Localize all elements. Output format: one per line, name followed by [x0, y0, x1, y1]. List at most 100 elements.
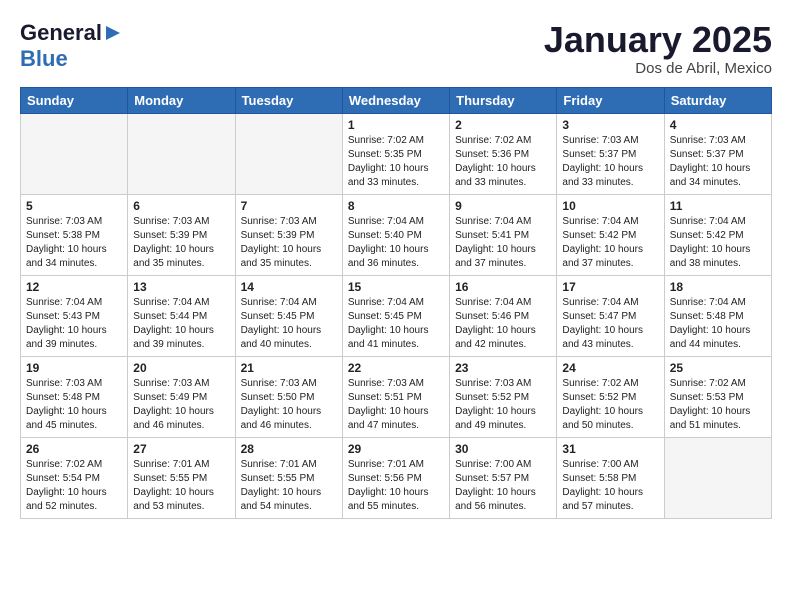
- day-number: 23: [455, 361, 551, 375]
- table-row: 26Sunrise: 7:02 AM Sunset: 5:54 PM Dayli…: [21, 437, 128, 518]
- header-monday: Monday: [128, 87, 235, 113]
- day-info: Sunrise: 7:04 AM Sunset: 5:45 PM Dayligh…: [348, 296, 444, 352]
- day-number: 16: [455, 280, 551, 294]
- table-row: 21 Sunrise: 7:03 AM Sunset: 5:50 PM Dayli…: [235, 356, 342, 437]
- day-info: Sunrise: 7:04 AM Sunset: 5:41 PM Dayligh…: [455, 215, 551, 271]
- table-row: 18 Sunrise: 7:04 AM Sunset: 5:48 PM Dayli…: [664, 275, 771, 356]
- header-thursday: Thursday: [450, 87, 557, 113]
- logo-line1: General: [20, 20, 122, 46]
- day-info: Sunrise: 7:00 AM Sunset: 5:57 PM Dayligh…: [455, 458, 551, 514]
- day-info: Sunrise: 7:02 AM Sunset: 5:53 PM Dayligh…: [670, 377, 766, 433]
- table-row: 3 Sunrise: 7:03 AM Sunset: 5:37 PM Daylig…: [557, 113, 664, 194]
- day-number: 20: [133, 361, 229, 375]
- day-info: Sunrise: 7:04 AM Sunset: 5:44 PM Dayligh…: [133, 296, 229, 352]
- header: General Blue January 2025 Dos de Abril, …: [20, 20, 772, 77]
- header-sunday: Sunday: [21, 87, 128, 113]
- table-row: 20 Sunrise: 7:03 AM Sunset: 5:49 PM Dayli…: [128, 356, 235, 437]
- day-info: Sunrise: 7:04 AM Sunset: 5:42 PM Dayligh…: [562, 215, 658, 271]
- table-row: 8Sunrise: 7:04 AM Sunset: 5:40 PM Daylig…: [342, 194, 449, 275]
- day-number: 12: [26, 280, 122, 294]
- table-row: 1 Sunrise: 7:02 AM Sunset: 5:35 PM Daylig…: [342, 113, 449, 194]
- calendar-week-row: 5 Sunrise: 7:03 AM Sunset: 5:38 PM Daylig…: [21, 194, 772, 275]
- table-row: 15 Sunrise: 7:04 AM Sunset: 5:45 PM Dayli…: [342, 275, 449, 356]
- day-number: 3: [562, 118, 658, 132]
- day-info: Sunrise: 7:04 AM Sunset: 5:45 PM Dayligh…: [241, 296, 337, 352]
- day-info: Sunrise: 7:02 AM Sunset: 5:35 PM Dayligh…: [348, 134, 444, 190]
- header-tuesday: Tuesday: [235, 87, 342, 113]
- logo-blue: Blue: [20, 46, 68, 71]
- day-info: Sunrise: 7:03 AM Sunset: 5:52 PM Dayligh…: [455, 377, 551, 433]
- day-number: 11: [670, 199, 766, 213]
- day-info: Sunrise: 7:04 AM Sunset: 5:43 PM Dayligh…: [26, 296, 122, 352]
- day-info: Sunrise: 7:03 AM Sunset: 5:39 PM Dayligh…: [241, 215, 337, 271]
- table-row: 5 Sunrise: 7:03 AM Sunset: 5:38 PM Daylig…: [21, 194, 128, 275]
- day-info: Sunrise: 7:03 AM Sunset: 5:37 PM Dayligh…: [670, 134, 766, 190]
- day-info: Sunrise: 7:01 AM Sunset: 5:55 PM Dayligh…: [241, 458, 337, 514]
- day-number: 10: [562, 199, 658, 213]
- table-row: 25 Sunrise: 7:02 AM Sunset: 5:53 PM Dayli…: [664, 356, 771, 437]
- day-info: Sunrise: 7:04 AM Sunset: 5:48 PM Dayligh…: [670, 296, 766, 352]
- page: General Blue January 2025 Dos de Abril, …: [0, 0, 792, 539]
- day-number: 1: [348, 118, 444, 132]
- weekday-header-row: Sunday Monday Tuesday Wednesday Thursday…: [21, 87, 772, 113]
- day-number: 19: [26, 361, 122, 375]
- table-row: 9 Sunrise: 7:04 AM Sunset: 5:41 PM Daylig…: [450, 194, 557, 275]
- day-info: Sunrise: 7:01 AM Sunset: 5:56 PM Dayligh…: [348, 458, 444, 514]
- day-number: 27: [133, 442, 229, 456]
- table-row: 17 Sunrise: 7:04 AM Sunset: 5:47 PM Dayli…: [557, 275, 664, 356]
- table-row: 4 Sunrise: 7:03 AM Sunset: 5:37 PM Daylig…: [664, 113, 771, 194]
- title-block: January 2025 Dos de Abril, Mexico: [544, 20, 772, 77]
- logo-triangle-icon: [104, 24, 122, 42]
- table-row: 2Sunrise: 7:02 AM Sunset: 5:36 PM Daylig…: [450, 113, 557, 194]
- day-number: 30: [455, 442, 551, 456]
- calendar-week-row: 12 Sunrise: 7:04 AM Sunset: 5:43 PM Dayli…: [21, 275, 772, 356]
- table-row: [664, 437, 771, 518]
- table-row: 28 Sunrise: 7:01 AM Sunset: 5:55 PM Dayli…: [235, 437, 342, 518]
- table-row: 10 Sunrise: 7:04 AM Sunset: 5:42 PM Dayli…: [557, 194, 664, 275]
- day-number: 5: [26, 199, 122, 213]
- day-number: 7: [241, 199, 337, 213]
- table-row: 22Sunrise: 7:03 AM Sunset: 5:51 PM Dayli…: [342, 356, 449, 437]
- day-number: 2: [455, 118, 551, 132]
- day-info: Sunrise: 7:04 AM Sunset: 5:46 PM Dayligh…: [455, 296, 551, 352]
- calendar-week-row: 26Sunrise: 7:02 AM Sunset: 5:54 PM Dayli…: [21, 437, 772, 518]
- day-info: Sunrise: 7:03 AM Sunset: 5:49 PM Dayligh…: [133, 377, 229, 433]
- table-row: 7 Sunrise: 7:03 AM Sunset: 5:39 PM Daylig…: [235, 194, 342, 275]
- day-number: 25: [670, 361, 766, 375]
- day-number: 22: [348, 361, 444, 375]
- day-info: Sunrise: 7:03 AM Sunset: 5:39 PM Dayligh…: [133, 215, 229, 271]
- header-wednesday: Wednesday: [342, 87, 449, 113]
- table-row: [21, 113, 128, 194]
- day-info: Sunrise: 7:03 AM Sunset: 5:37 PM Dayligh…: [562, 134, 658, 190]
- day-info: Sunrise: 7:04 AM Sunset: 5:42 PM Dayligh…: [670, 215, 766, 271]
- day-info: Sunrise: 7:03 AM Sunset: 5:50 PM Dayligh…: [241, 377, 337, 433]
- table-row: 23 Sunrise: 7:03 AM Sunset: 5:52 PM Dayli…: [450, 356, 557, 437]
- day-number: 31: [562, 442, 658, 456]
- day-number: 28: [241, 442, 337, 456]
- table-row: 19 Sunrise: 7:03 AM Sunset: 5:48 PM Dayli…: [21, 356, 128, 437]
- day-info: Sunrise: 7:03 AM Sunset: 5:38 PM Dayligh…: [26, 215, 122, 271]
- table-row: 16 Sunrise: 7:04 AM Sunset: 5:46 PM Dayli…: [450, 275, 557, 356]
- table-row: 30 Sunrise: 7:00 AM Sunset: 5:57 PM Dayli…: [450, 437, 557, 518]
- day-number: 4: [670, 118, 766, 132]
- day-number: 9: [455, 199, 551, 213]
- day-number: 14: [241, 280, 337, 294]
- day-number: 18: [670, 280, 766, 294]
- day-info: Sunrise: 7:04 AM Sunset: 5:40 PM Dayligh…: [348, 215, 444, 271]
- logo-line2: Blue: [20, 46, 68, 72]
- logo-general: General: [20, 20, 102, 46]
- table-row: 11 Sunrise: 7:04 AM Sunset: 5:42 PM Dayli…: [664, 194, 771, 275]
- day-number: 13: [133, 280, 229, 294]
- table-row: 6Sunrise: 7:03 AM Sunset: 5:39 PM Daylig…: [128, 194, 235, 275]
- day-number: 21: [241, 361, 337, 375]
- day-info: Sunrise: 7:00 AM Sunset: 5:58 PM Dayligh…: [562, 458, 658, 514]
- day-info: Sunrise: 7:02 AM Sunset: 5:54 PM Dayligh…: [26, 458, 122, 514]
- header-saturday: Saturday: [664, 87, 771, 113]
- day-number: 17: [562, 280, 658, 294]
- logo: General Blue: [20, 20, 122, 72]
- calendar-subtitle: Dos de Abril, Mexico: [544, 60, 772, 77]
- table-row: [235, 113, 342, 194]
- day-info: Sunrise: 7:04 AM Sunset: 5:47 PM Dayligh…: [562, 296, 658, 352]
- day-number: 15: [348, 280, 444, 294]
- day-info: Sunrise: 7:03 AM Sunset: 5:48 PM Dayligh…: [26, 377, 122, 433]
